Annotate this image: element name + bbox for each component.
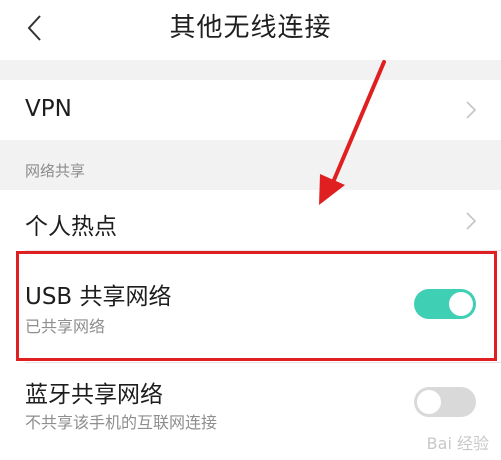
toggle-knob — [449, 292, 473, 316]
bluetooth-tethering-status: 不共享该手机的互联网连接 — [25, 413, 218, 432]
usb-tethering-row[interactable]: USB 共享网络 已共享网络 — [0, 251, 501, 361]
header-bar: 其他无线连接 — [0, 0, 501, 60]
hotspot-row[interactable]: 个人热点 — [0, 190, 501, 250]
chevron-right-icon — [466, 212, 477, 230]
hotspot-label: 个人热点 — [25, 214, 117, 240]
vpn-label: VPN — [25, 96, 72, 122]
usb-tethering-toggle[interactable] — [414, 289, 476, 319]
spacer-bar — [0, 60, 501, 80]
vpn-row[interactable]: VPN — [0, 80, 501, 140]
section-title-network-sharing: 网络共享 — [25, 162, 86, 180]
section-header-bar: 网络共享 — [0, 140, 501, 190]
chevron-right-icon — [466, 101, 477, 119]
usb-tethering-status: 已共享网络 — [25, 317, 106, 336]
page-title: 其他无线连接 — [169, 13, 332, 43]
toggle-knob — [417, 390, 441, 414]
watermark: Bai 经验 — [426, 434, 489, 453]
bluetooth-tethering-label: 蓝牙共享网络 — [25, 382, 163, 408]
bluetooth-tethering-toggle[interactable] — [414, 387, 476, 417]
usb-tethering-label: USB 共享网络 — [25, 284, 172, 310]
